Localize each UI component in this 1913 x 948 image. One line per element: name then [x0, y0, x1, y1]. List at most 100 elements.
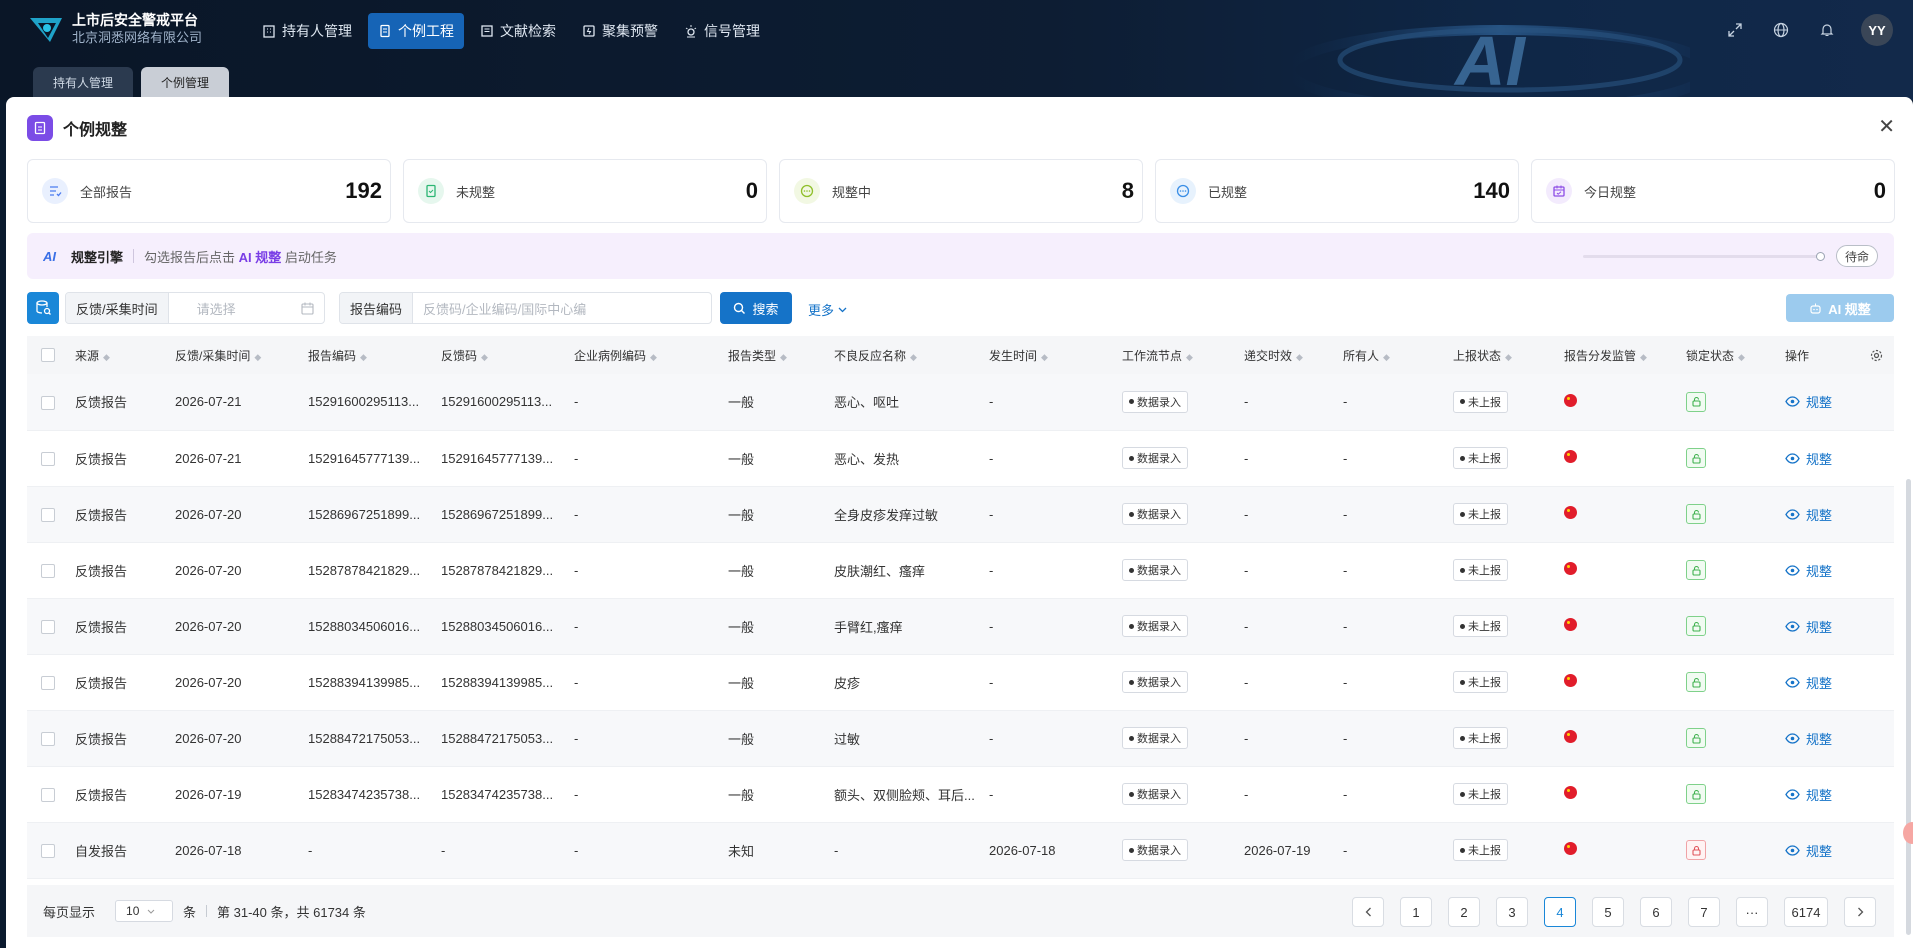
sort-icon[interactable]: ◆ [360, 352, 367, 362]
user-avatar[interactable]: YY [1861, 14, 1893, 46]
page-button-last[interactable]: 6174 [1784, 897, 1828, 927]
table-row[interactable]: 自发报告 2026-07-18 - - - 未知 - 2026-07-18 数据录入 2026-0… [27, 822, 1894, 878]
stat-card-processing[interactable]: 规整中 8 [779, 159, 1143, 223]
row-checkbox[interactable] [27, 542, 75, 598]
col-header[interactable]: 递交时效 ◆ [1244, 336, 1343, 374]
prev-page-button[interactable] [1352, 897, 1384, 927]
page-button[interactable]: 1 [1400, 897, 1432, 927]
lock-open-icon[interactable] [1686, 504, 1706, 524]
fullscreen-icon[interactable] [1723, 18, 1747, 42]
floating-assistant-icon[interactable] [1903, 822, 1913, 844]
table-row[interactable]: 反馈报告 2026-07-19 15283474235738... 152834742… [27, 766, 1894, 822]
page-button[interactable]: 5 [1592, 897, 1624, 927]
page-size-select[interactable]: 10 [115, 900, 174, 922]
nav-cluster-warning[interactable]: 聚集预警 [572, 13, 668, 49]
lock-open-icon[interactable] [1686, 672, 1706, 692]
more-filters-button[interactable]: 更多 [808, 300, 847, 319]
table-row[interactable]: 反馈报告 2026-07-21 15291645777139... 152916457… [27, 430, 1894, 486]
col-header[interactable]: 发生时间 ◆ [989, 336, 1122, 374]
col-header[interactable]: 工作流节点 ◆ [1122, 336, 1244, 374]
close-icon[interactable]: ✕ [1878, 117, 1895, 137]
sort-icon[interactable]: ◆ [910, 352, 917, 362]
col-header[interactable]: 所有人 ◆ [1343, 336, 1453, 374]
lock-open-icon[interactable] [1686, 391, 1706, 412]
page-button[interactable]: 2 [1448, 897, 1480, 927]
bell-icon[interactable] [1815, 18, 1839, 42]
col-header[interactable]: 来源 ◆ [75, 336, 175, 374]
col-header[interactable]: 报告编码 ◆ [308, 336, 441, 374]
col-header[interactable]: 报告类型 ◆ [728, 336, 834, 374]
row-checkbox[interactable] [27, 654, 75, 710]
regularize-action-link[interactable]: 规整 [1785, 505, 1832, 524]
nav-literature-search[interactable]: 文献检索 [470, 13, 566, 49]
ai-regularize-button[interactable]: AI 规整 [1786, 294, 1894, 322]
sort-icon[interactable]: ◆ [1738, 352, 1745, 362]
stat-card-unprocessed[interactable]: 未规整 0 [403, 159, 767, 223]
col-header[interactable]: 锁定状态 ◆ [1686, 336, 1785, 374]
col-header[interactable]: 反馈码 ◆ [441, 336, 574, 374]
database-search-icon[interactable] [27, 292, 59, 324]
lock-open-icon[interactable] [1686, 616, 1706, 636]
nav-signal-management[interactable]: 信号管理 [674, 13, 770, 49]
page-tab-case-management[interactable]: 个例管理 [141, 67, 230, 97]
col-header[interactable]: 上报状态 ◆ [1453, 336, 1564, 374]
app-logo[interactable]: 上市后安全警戒平台 北京洞悉网络有限公司 [28, 11, 202, 47]
page-tab-holder-management[interactable]: 持有人管理 [33, 67, 134, 97]
row-checkbox[interactable] [27, 822, 75, 878]
table-row[interactable]: 反馈报告 2026-07-20 15288034506016... 152880345… [27, 598, 1894, 654]
gear-icon[interactable] [1870, 349, 1883, 362]
table-row[interactable]: 反馈报告 2026-07-20 15288394139985... 152883941… [27, 654, 1894, 710]
col-header[interactable]: 不良反应名称 ◆ [834, 336, 989, 374]
page-button[interactable]: 7 [1688, 897, 1720, 927]
globe-icon[interactable] [1769, 18, 1793, 42]
regularize-action-link[interactable]: 规整 [1785, 785, 1832, 804]
page-button[interactable]: 6 [1640, 897, 1672, 927]
stat-card-processed[interactable]: 已规整 140 [1155, 159, 1519, 223]
sort-icon[interactable]: ◆ [103, 352, 110, 362]
page-button[interactable]: 3 [1496, 897, 1528, 927]
row-checkbox[interactable] [27, 430, 75, 486]
row-checkbox[interactable] [27, 486, 75, 542]
table-row[interactable]: 反馈报告 2026-07-21 15291600295113... 152916002… [27, 374, 1894, 430]
time-filter-input[interactable]: 请选择 [169, 293, 324, 323]
row-checkbox[interactable] [27, 710, 75, 766]
regularize-action-link[interactable]: 规整 [1785, 729, 1832, 748]
lock-closed-icon[interactable] [1686, 840, 1706, 860]
table-row[interactable]: 反馈报告 2026-07-20 15287878421829... 152878784… [27, 542, 1894, 598]
scrollbar[interactable] [1906, 479, 1911, 935]
regularize-action-link[interactable]: 规整 [1785, 673, 1832, 692]
nav-holder-management[interactable]: 持有人管理 [252, 13, 362, 49]
next-page-button[interactable] [1844, 897, 1876, 927]
page-button-current[interactable]: 4 [1544, 897, 1576, 927]
lock-open-icon[interactable] [1686, 784, 1706, 804]
col-header[interactable]: 企业病例编码 ◆ [574, 336, 728, 374]
sort-icon[interactable]: ◆ [1640, 352, 1647, 362]
sort-icon[interactable]: ◆ [1505, 352, 1512, 362]
stat-card-all[interactable]: 全部报告 192 [27, 159, 391, 223]
sort-icon[interactable]: ◆ [1296, 352, 1303, 362]
sort-icon[interactable]: ◆ [780, 352, 787, 362]
table-row[interactable]: 反馈报告 2026-07-20 15288472175053... 152884721… [27, 710, 1894, 766]
sort-icon[interactable]: ◆ [254, 352, 261, 362]
regularize-action-link[interactable]: 规整 [1785, 449, 1832, 468]
sort-icon[interactable]: ◆ [650, 352, 657, 362]
regularize-action-link[interactable]: 规整 [1785, 841, 1832, 860]
search-button[interactable]: 搜索 [720, 292, 792, 324]
col-header[interactable]: 反馈/采集时间 ◆ [175, 336, 308, 374]
sort-icon[interactable]: ◆ [1186, 352, 1193, 362]
lock-open-icon[interactable] [1686, 448, 1706, 468]
regularize-action-link[interactable]: 规整 [1785, 617, 1832, 636]
sort-icon[interactable]: ◆ [1041, 352, 1048, 362]
sort-icon[interactable]: ◆ [481, 352, 488, 362]
row-checkbox[interactable] [27, 374, 75, 430]
lock-open-icon[interactable] [1686, 560, 1706, 580]
regularize-action-link[interactable]: 规整 [1785, 561, 1832, 580]
table-row[interactable]: 反馈报告 2026-07-20 15286967251899... 152869672… [27, 486, 1894, 542]
regularize-action-link[interactable]: 规整 [1785, 392, 1832, 411]
select-all-checkbox[interactable] [27, 336, 75, 374]
row-checkbox[interactable] [27, 598, 75, 654]
stat-card-today[interactable]: 今日规整 0 [1531, 159, 1895, 223]
col-header[interactable]: 报告分发监管 ◆ [1564, 336, 1686, 374]
page-ellipsis[interactable]: ··· [1736, 897, 1768, 927]
nav-case-engineering[interactable]: 个例工程 [368, 13, 464, 49]
